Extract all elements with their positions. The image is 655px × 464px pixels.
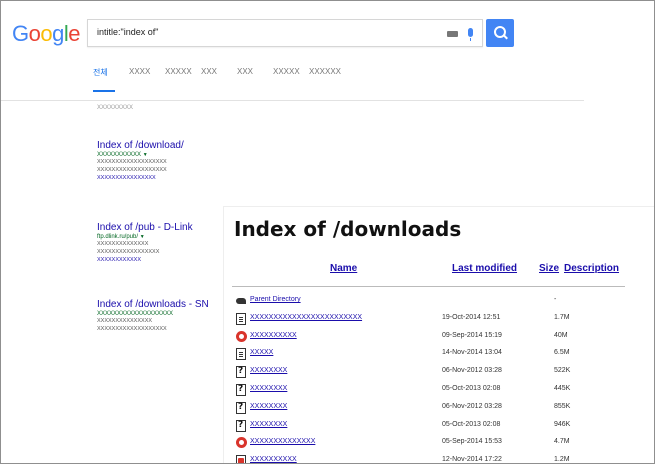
file-date: 12-Nov-2014 17:22 [442, 456, 502, 464]
header-divider [232, 286, 625, 287]
result-title-link[interactable]: Index of /download/ [97, 140, 327, 151]
file-list: Parent Directory - XXXXXXXXXXXXXXXXXXXXXXX… [236, 293, 626, 464]
result-snippet-line: XXXXXXXXXXXXXX [97, 241, 149, 247]
tab-videos[interactable]: XXXXX [165, 67, 201, 78]
file-size: - [554, 296, 557, 303]
column-header-name[interactable]: Name [330, 263, 357, 274]
file-row: XXXXXXXX 05-Oct-2013 02:08 946K [236, 418, 626, 436]
file-size: 445K [554, 384, 571, 392]
file-row: XXXXXXXXXX 12-Nov-2014 17:22 1.2M [236, 453, 626, 464]
document-icon [236, 312, 246, 325]
result-snippet-line: XXXXXXXXXXXXXXXXXXX [97, 159, 167, 165]
file-date: 05-Oct-2013 02:08 [442, 384, 501, 392]
tab-tools[interactable]: XXXXXX [309, 67, 345, 78]
tab-more[interactable]: XXXXX [273, 67, 309, 78]
file-link[interactable]: XXXXXXXXXX [250, 456, 297, 463]
file-date: 06-Nov-2012 03:28 [442, 367, 502, 375]
file-row: XXXXXXXXXX 09-Sep-2014 15:19 40M [236, 329, 626, 347]
keyboard-icon[interactable] [447, 31, 458, 37]
file-date: 09-Sep-2014 15:19 [442, 331, 502, 339]
file-date: 05-Oct-2013 02:08 [442, 420, 501, 428]
file-row: XXXXXXXXXXXXXXXXXXXXXXXX 19-Oct-2014 12:5… [236, 311, 626, 329]
file-date: 19-Oct-2014 12:51 [442, 313, 501, 321]
file-link[interactable]: Parent Directory [250, 296, 301, 303]
file-size: 4.7M [554, 438, 570, 446]
file-link[interactable]: XXXXXXXXXXXXXXXXXXXXXXXX [250, 314, 362, 321]
active-tab-indicator [93, 90, 115, 92]
result-stats: XXXXXXXXX [97, 105, 134, 111]
screenshot-frame: Google intitle:"index of" 전체 XXXX XXXXX … [0, 0, 655, 464]
search-input[interactable]: intitle:"index of" [87, 19, 483, 47]
document-icon [236, 348, 246, 361]
archive-icon [236, 437, 247, 449]
file-size: 40M [554, 331, 568, 339]
result-snippet-line: XXXXXXXXXXXXXXX [97, 318, 153, 324]
file-row: XXXXXXXXXXXXXX 05-Sep-2014 15:53 4.7M [236, 435, 626, 453]
file-date: 14-Nov-2014 13:04 [442, 349, 502, 357]
file-link[interactable]: XXXXXXXX [250, 403, 287, 410]
pdf-icon [236, 455, 246, 463]
file-link[interactable]: XXXXXXXXXXXXXX [250, 438, 315, 445]
file-date: 06-Nov-2012 03:28 [442, 402, 502, 410]
column-header-description[interactable]: Description [564, 263, 619, 274]
unknown-file-icon [236, 401, 246, 414]
tab-maps[interactable]: XXX [237, 67, 273, 78]
unknown-file-icon [236, 383, 246, 396]
tab-images[interactable]: XXXX [129, 67, 165, 78]
directory-listing-panel: Index of /downloads Name Last modified S… [223, 206, 654, 464]
archive-icon [236, 330, 247, 342]
search-result: Index of /pub - D-Link ftp.dlink.ru/pub/… [97, 222, 237, 264]
file-link[interactable]: XXXXX [250, 349, 273, 356]
result-snippet-line: XXXXXXXXXXXXXXXXXXX [97, 167, 167, 173]
listing-title: Index of /downloads [234, 217, 462, 241]
file-date: 05-Sep-2014 15:53 [442, 438, 502, 446]
unknown-file-icon [236, 366, 246, 379]
file-link[interactable]: XXXXXXXX [250, 385, 287, 392]
file-size: 1.7M [554, 313, 570, 321]
file-size: 946K [554, 420, 571, 428]
search-tabs: 전체 XXXX XXXXX XXX XXX XXXXX XXXXXX [93, 67, 345, 78]
google-logo[interactable]: Google [12, 21, 81, 47]
column-header-size[interactable]: Size [539, 263, 559, 274]
result-sitelinks[interactable]: XXXXXXXXXXXX [97, 256, 237, 264]
search-button[interactable] [486, 19, 514, 47]
result-title-link[interactable]: Index of /pub - D-Link [97, 222, 237, 233]
google-header: Google intitle:"index of" 전체 XXXX XXXXX … [1, 1, 584, 101]
file-size: 522K [554, 367, 571, 375]
search-query-text[interactable]: intitle:"index of" [97, 27, 158, 37]
result-title-link[interactable]: Index of /downloads - SN [97, 299, 237, 310]
file-link[interactable]: XXXXXXXXXX [250, 332, 297, 339]
file-size: 1.2M [554, 456, 570, 464]
file-link[interactable]: XXXXXXXX [250, 421, 287, 428]
search-result: Index of /download/ XXXXXXXXXXX ▼ XXXXXX… [97, 140, 327, 182]
result-sitelinks[interactable]: XXXXXXXXXXXXXXXX [97, 174, 327, 182]
result-snippet-line: XXXXXXXXXXXXXXXXXXX [97, 326, 167, 332]
file-size: 855K [554, 402, 571, 410]
tab-news[interactable]: XXX [201, 67, 237, 78]
file-row: Parent Directory - [236, 293, 626, 311]
file-link[interactable]: XXXXXXXX [250, 367, 287, 374]
column-header-last-modified[interactable]: Last modified [452, 263, 517, 274]
microphone-icon[interactable] [468, 28, 473, 41]
search-result: Index of /downloads - SN XXXXXXXXXXXXXXX… [97, 299, 237, 333]
file-row: XXXXX 14-Nov-2014 13:04 6.5M [236, 346, 626, 364]
file-row: XXXXXXXX 05-Oct-2013 02:08 445K [236, 382, 626, 400]
tab-all[interactable]: 전체 [93, 67, 129, 78]
file-size: 6.5M [554, 349, 570, 357]
file-row: XXXXXXXX 06-Nov-2012 03:28 522K [236, 364, 626, 382]
file-row: XXXXXXXX 06-Nov-2012 03:28 855K [236, 400, 626, 418]
result-snippet-line: XXXXXXXXXXXXXXXXX [97, 249, 160, 255]
unknown-file-icon [236, 419, 246, 432]
back-arrow-icon [236, 295, 246, 307]
